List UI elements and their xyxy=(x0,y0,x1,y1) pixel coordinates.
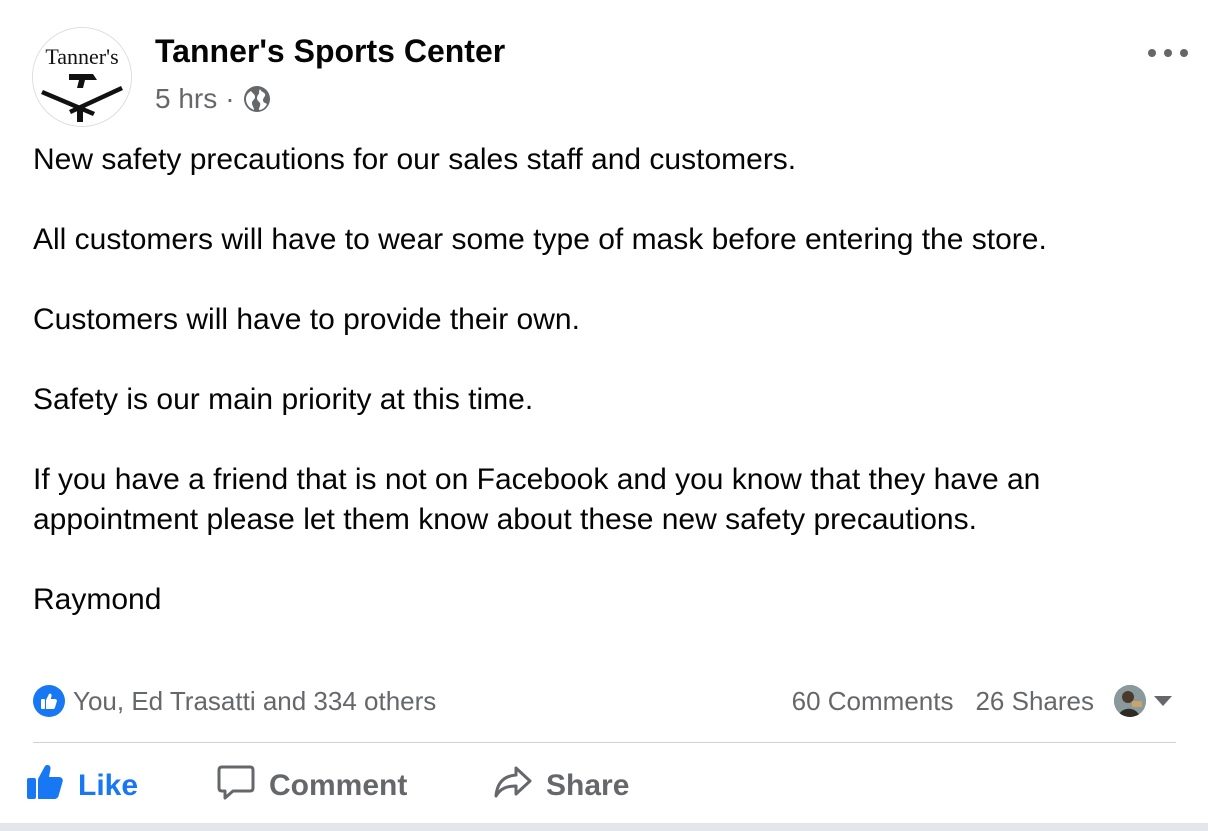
divider xyxy=(33,742,1176,743)
svg-text:s: s xyxy=(47,113,52,126)
post-paragraph: Safety is our main priority at this time… xyxy=(33,383,534,416)
share-label: Share xyxy=(546,769,630,802)
globe-icon[interactable] xyxy=(243,85,271,113)
ellipsis-dot xyxy=(1164,49,1172,57)
post-paragraph: New safety precautions for our sales sta… xyxy=(33,143,797,176)
more-options-button[interactable] xyxy=(1148,38,1188,68)
like-reaction-icon xyxy=(33,685,65,717)
like-button[interactable]: Like xyxy=(26,758,138,814)
comments-count[interactable]: 60 Comments xyxy=(792,686,954,717)
reactions-text[interactable]: You, Ed Trasatti and 334 others xyxy=(73,686,436,717)
avatar[interactable] xyxy=(1114,685,1146,717)
reactions-summary[interactable]: You, Ed Trasatti and 334 others xyxy=(33,683,436,719)
post-signature: Raymond xyxy=(33,583,162,616)
engagement-counts: 60 Comments 26 Shares xyxy=(792,683,1172,719)
shares-count[interactable]: 26 Shares xyxy=(975,686,1094,717)
comment-button[interactable]: Comment xyxy=(217,758,407,814)
page-name-link[interactable]: Tanner's Sports Center xyxy=(155,33,505,70)
svg-text:C: C xyxy=(109,113,117,126)
chevron-down-icon[interactable] xyxy=(1154,696,1172,706)
avatar-logo-text: Tanner's xyxy=(45,44,118,69)
page-avatar[interactable]: Tanner's s C xyxy=(32,27,132,127)
post-paragraph: Customers will have to provide their own… xyxy=(33,303,580,336)
ellipsis-dot xyxy=(1148,49,1156,57)
meta-separator: · xyxy=(225,83,235,114)
post-paragraph: All customers will have to wear some typ… xyxy=(33,223,1047,256)
logo-icon: Tanner's s C xyxy=(33,28,131,126)
like-label: Like xyxy=(78,769,139,802)
comment-label: Comment xyxy=(269,769,408,802)
feed-separator xyxy=(0,823,1208,831)
post-paragraph: If you have a friend that is not on Face… xyxy=(33,463,1041,536)
post-actions: Like Comment Share xyxy=(0,758,1208,814)
ellipsis-dot xyxy=(1180,49,1188,57)
comment-icon xyxy=(217,764,255,808)
thumbs-up-icon xyxy=(26,764,64,808)
post-card: Tanner's s C Tanner's Sports Center 5 hr… xyxy=(0,0,1208,823)
share-arrow-icon xyxy=(494,764,532,808)
post-body: New safety precautions for our sales sta… xyxy=(33,140,1183,620)
post-meta: 5 hrs · xyxy=(155,82,271,116)
share-button[interactable]: Share xyxy=(494,758,629,814)
post-timestamp[interactable]: 5 hrs xyxy=(155,83,217,115)
